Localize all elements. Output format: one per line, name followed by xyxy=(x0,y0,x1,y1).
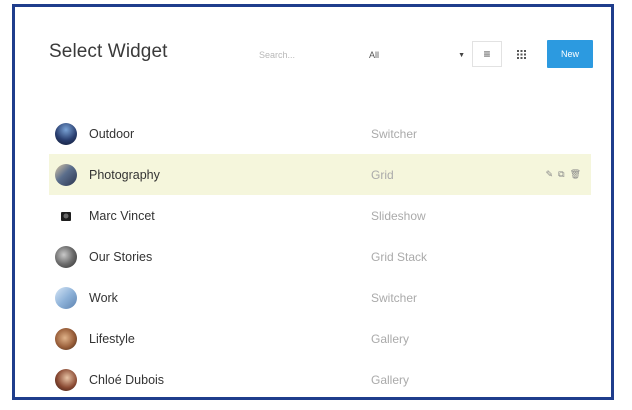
photography-thumbnail xyxy=(55,163,77,186)
outdoor-thumbnail xyxy=(55,122,77,145)
widget-name: Our Stories xyxy=(89,249,153,264)
caret-down-icon: ▼ xyxy=(458,51,465,59)
widget-type: Slideshow xyxy=(371,208,426,223)
search-input[interactable] xyxy=(259,46,339,64)
widget-name: Lifestyle xyxy=(89,331,135,346)
filter-value: All xyxy=(369,50,380,60)
widget-name: Chloé Dubois xyxy=(89,372,165,387)
list-view-button[interactable]: ≡ xyxy=(472,41,502,67)
widget-row-our-stories[interactable]: Our Stories Grid Stack xyxy=(49,236,591,277)
widget-row-work[interactable]: Work Switcher xyxy=(49,277,591,318)
work-thumbnail xyxy=(55,286,77,309)
widget-row-lifestyle[interactable]: Lifestyle Gallery xyxy=(49,318,591,359)
grid-view-icon xyxy=(516,49,526,59)
widget-type: Gallery xyxy=(371,331,410,346)
our-stories-thumbnail xyxy=(55,245,77,268)
widget-row-photography[interactable]: Photography Grid ✎ ⧉ 🗑 xyxy=(49,154,591,195)
pencil-icon[interactable]: ✎ xyxy=(546,169,554,180)
trash-icon[interactable]: 🗑 xyxy=(570,169,581,180)
grid-view-button[interactable] xyxy=(508,41,534,67)
filter-dropdown[interactable]: All ▼ xyxy=(369,45,465,65)
widget-name: Work xyxy=(89,290,118,305)
widget-row-outdoor[interactable]: Outdoor Switcher xyxy=(49,113,591,154)
row-actions: ✎ ⧉ 🗑 xyxy=(546,169,581,180)
panel-title: Select Widget xyxy=(49,41,168,62)
widget-name: Photography xyxy=(89,167,160,182)
widget-type: Grid Stack xyxy=(371,249,428,264)
lifestyle-thumbnail xyxy=(55,327,77,350)
marc-vincet-thumbnail xyxy=(55,204,77,227)
chloe-dubois-thumbnail xyxy=(55,368,77,391)
widget-name: Outdoor xyxy=(89,126,135,141)
widget-type: Switcher xyxy=(371,126,418,141)
widget-name: Marc Vincet xyxy=(89,208,155,223)
widget-row-marc-vincet[interactable]: Marc Vincet Slideshow xyxy=(49,195,591,236)
widget-row-chloe-dubois[interactable]: Chloé Dubois Gallery xyxy=(49,359,591,400)
copy-icon[interactable]: ⧉ xyxy=(558,169,564,180)
widget-type: Switcher xyxy=(371,290,418,305)
widget-type: Grid xyxy=(371,167,394,182)
widget-selector-panel: Select Widget All ▼ ≡ New Outdoor Switch… xyxy=(12,4,614,400)
new-widget-button[interactable]: New xyxy=(547,40,593,68)
list-view-icon: ≡ xyxy=(483,47,491,61)
widget-type: Gallery xyxy=(371,372,410,387)
widget-list: Outdoor Switcher Photography Grid ✎ ⧉ 🗑 … xyxy=(49,113,591,400)
